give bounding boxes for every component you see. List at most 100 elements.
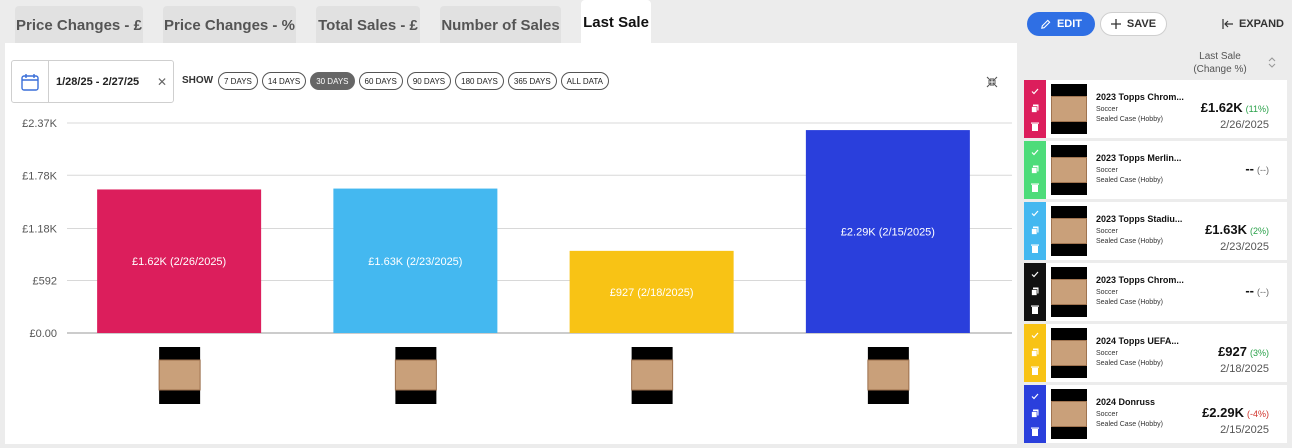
product-row[interactable]: 2024 Donruss Soccer Sealed Case (Hobby) … bbox=[1024, 385, 1287, 443]
tab-price-changes-pct[interactable]: Price Changes - % bbox=[163, 6, 296, 44]
trash-icon[interactable] bbox=[1031, 366, 1039, 375]
tab-price-changes-gbp[interactable]: Price Changes - £ bbox=[15, 6, 143, 44]
check-icon[interactable] bbox=[1031, 88, 1039, 95]
bar-label: £1.63K (2/23/2025) bbox=[368, 256, 462, 268]
edit-button[interactable]: EDIT bbox=[1027, 12, 1095, 36]
sale-date: 2/18/2025 bbox=[1220, 363, 1269, 375]
range-chips: 7 DAYS 14 DAYS 30 DAYS 60 DAYS 90 DAYS 180 DA… bbox=[218, 72, 609, 90]
sale-date: 2/15/2025 bbox=[1220, 424, 1269, 436]
product-title: 2023 Topps Chrom... bbox=[1096, 92, 1184, 102]
tab-label: Price Changes - £ bbox=[16, 16, 142, 34]
product-kind: Sealed Case (Hobby) bbox=[1096, 116, 1163, 123]
range-chip-365-days[interactable]: 365 DAYS bbox=[507, 72, 557, 90]
price-change: (3%) bbox=[1249, 348, 1269, 358]
price-change: (--) bbox=[1257, 165, 1269, 175]
tab-bar: Price Changes - £ Price Changes - % Tota… bbox=[0, 0, 1010, 44]
copy-icon[interactable] bbox=[1031, 226, 1039, 235]
product-thumbnail bbox=[1051, 206, 1087, 256]
product-sport: Soccer bbox=[1096, 106, 1118, 113]
product-box-image bbox=[1051, 340, 1087, 366]
tab-label: Number of Sales bbox=[441, 16, 560, 34]
product-row[interactable]: 2023 Topps Stadiu... Soccer Sealed Case … bbox=[1024, 202, 1287, 260]
copy-icon[interactable] bbox=[1031, 348, 1039, 357]
copy-icon[interactable] bbox=[1031, 287, 1039, 296]
product-meta: Soccer Sealed Case (Hobby) bbox=[1096, 410, 1163, 430]
sort-icon[interactable] bbox=[1268, 57, 1276, 68]
product-sport: Soccer bbox=[1096, 167, 1118, 174]
save-label: SAVE bbox=[1126, 18, 1157, 30]
last-sale-price: -- (--) bbox=[1245, 283, 1269, 298]
range-chip-90-days[interactable]: 90 DAYS bbox=[406, 72, 452, 90]
row-color-strip bbox=[1024, 324, 1046, 382]
bar-label: £927 (2/18/2025) bbox=[610, 287, 694, 299]
product-row[interactable]: 2024 Topps UEFA... Soccer Sealed Case (H… bbox=[1024, 324, 1287, 382]
sidebar-header[interactable]: Last Sale (Change %) bbox=[1180, 50, 1260, 76]
clear-date-icon[interactable]: ✕ bbox=[157, 75, 167, 89]
collapse-icon[interactable] bbox=[986, 76, 998, 88]
copy-icon[interactable] bbox=[1031, 165, 1039, 174]
product-box-image bbox=[867, 359, 910, 391]
product-kind: Sealed Case (Hobby) bbox=[1096, 360, 1163, 367]
expand-button[interactable]: EXPAND bbox=[1220, 12, 1284, 36]
product-title: 2023 Topps Merlin... bbox=[1096, 153, 1182, 163]
product-kind: Sealed Case (Hobby) bbox=[1096, 238, 1163, 245]
price-value: £2.29K bbox=[1202, 405, 1244, 420]
product-row[interactable]: 2023 Topps Chrom... Soccer Sealed Case (… bbox=[1024, 80, 1287, 138]
last-sale-price: £927 (3%) bbox=[1218, 344, 1269, 359]
product-title: 2024 Donruss bbox=[1096, 397, 1156, 407]
product-row[interactable]: 2023 Topps Merlin... Soccer Sealed Case … bbox=[1024, 141, 1287, 199]
date-range-text: 1/28/25 - 2/27/25 bbox=[56, 75, 140, 88]
tab-label: Total Sales - £ bbox=[318, 16, 418, 34]
copy-icon[interactable] bbox=[1031, 409, 1039, 418]
range-chip-all-data[interactable]: ALL DATA bbox=[560, 72, 609, 90]
range-chip-7-days[interactable]: 7 DAYS bbox=[218, 72, 258, 90]
product-meta: Soccer Sealed Case (Hobby) bbox=[1096, 349, 1163, 369]
product-sport: Soccer bbox=[1096, 350, 1118, 357]
pencil-icon bbox=[1041, 19, 1051, 29]
trash-icon[interactable] bbox=[1031, 244, 1039, 253]
show-label: SHOW bbox=[182, 75, 214, 86]
product-meta: Soccer Sealed Case (Hobby) bbox=[1096, 227, 1163, 247]
bar-chart: £0.00 £592 £1.18K £1.78K £2.37K £1.62K (2/26/… bbox=[22, 118, 1012, 404]
product-sport: Soccer bbox=[1096, 289, 1118, 296]
product-title: 2023 Topps Chrom... bbox=[1096, 275, 1184, 285]
range-chip-180-days[interactable]: 180 DAYS bbox=[455, 72, 504, 90]
product-row[interactable]: 2023 Topps Chrom... Soccer Sealed Case (… bbox=[1024, 263, 1287, 321]
sale-date: 2/23/2025 bbox=[1220, 241, 1269, 253]
range-chip-14-days[interactable]: 14 DAYS bbox=[261, 72, 307, 90]
row-color-strip bbox=[1024, 80, 1046, 138]
bar-label: £1.62K (2/26/2025) bbox=[132, 256, 226, 268]
trash-icon[interactable] bbox=[1031, 183, 1039, 192]
price-change: (11%) bbox=[1245, 104, 1269, 114]
calendar-button[interactable] bbox=[12, 61, 49, 102]
sale-date: 2/26/2025 bbox=[1220, 119, 1269, 131]
product-box-image bbox=[1051, 157, 1087, 183]
calendar-icon bbox=[21, 73, 39, 91]
trash-icon[interactable] bbox=[1031, 122, 1039, 131]
check-icon[interactable] bbox=[1031, 271, 1039, 278]
price-change: (-4%) bbox=[1247, 409, 1269, 419]
range-chip-30-days[interactable]: 30 DAYS bbox=[310, 72, 355, 90]
last-sale-price: -- (--) bbox=[1245, 161, 1269, 176]
bar-label: £2.29K (2/15/2025) bbox=[841, 227, 935, 239]
check-icon[interactable] bbox=[1031, 149, 1039, 156]
product-box-image bbox=[1051, 218, 1087, 244]
y-tick-label: £592 bbox=[33, 276, 57, 288]
product-box-image bbox=[1051, 96, 1087, 122]
copy-icon[interactable] bbox=[1031, 104, 1039, 113]
expand-arrow-icon bbox=[1222, 19, 1233, 29]
check-icon[interactable] bbox=[1031, 210, 1039, 217]
last-sale-price: £1.62K (11%) bbox=[1201, 100, 1269, 115]
price-change: (2%) bbox=[1249, 226, 1269, 236]
save-button[interactable]: SAVE bbox=[1100, 12, 1167, 36]
check-icon[interactable] bbox=[1031, 332, 1039, 339]
tab-last-sale[interactable]: Last Sale bbox=[581, 0, 651, 44]
tab-number-of-sales[interactable]: Number of Sales bbox=[440, 6, 561, 44]
trash-icon[interactable] bbox=[1031, 427, 1039, 436]
tab-total-sales[interactable]: Total Sales - £ bbox=[316, 6, 420, 44]
check-icon[interactable] bbox=[1031, 393, 1039, 400]
trash-icon[interactable] bbox=[1031, 305, 1039, 314]
range-chip-60-days[interactable]: 60 DAYS bbox=[358, 72, 403, 90]
date-range-picker[interactable]: 1/28/25 - 2/27/25 ✕ bbox=[11, 60, 174, 103]
sidebar-header-title: Last Sale bbox=[1199, 51, 1241, 62]
